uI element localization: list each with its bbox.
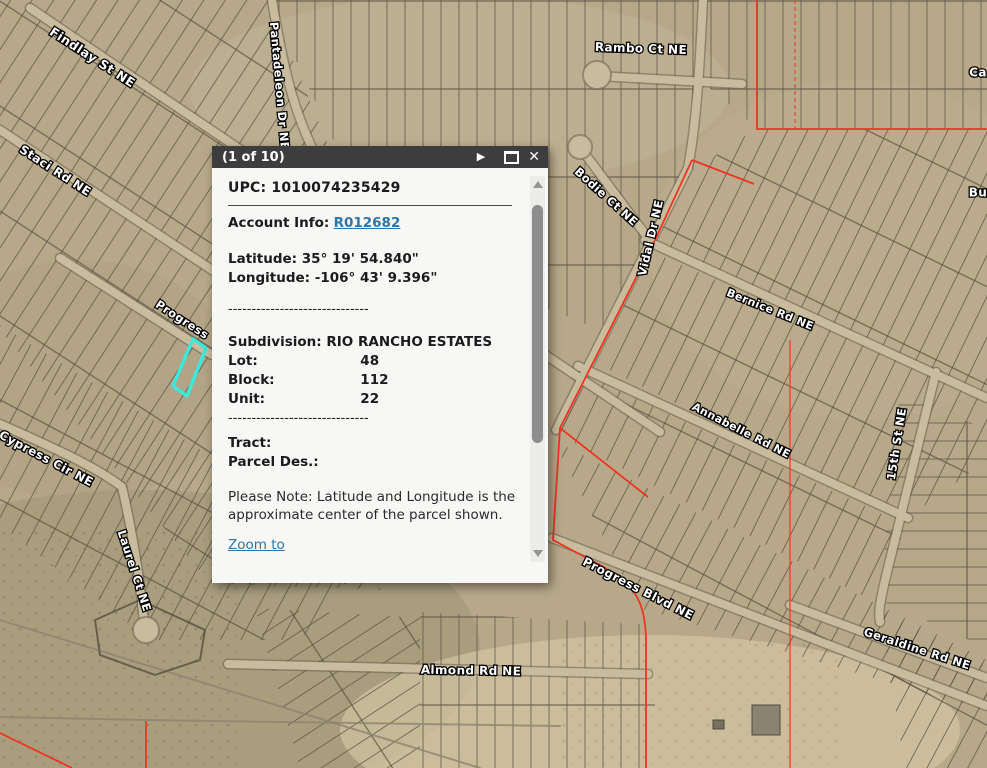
block-value: 112 [360, 372, 388, 388]
account-row: Account Info: R012682 [228, 214, 512, 233]
street-label-ca: Ca [969, 66, 987, 80]
lot-value: 48 [360, 353, 379, 369]
popup-body: UPC: 1010074235429 Account Info: R012682… [212, 168, 548, 583]
tract-label: Tract: [228, 435, 271, 451]
scroll-up-icon[interactable] [533, 181, 543, 188]
subdivision-row: Subdivision: RIO RANCHO ESTATES [228, 333, 512, 352]
maximize-icon[interactable] [504, 151, 519, 164]
tract-row: Tract: [228, 434, 512, 453]
scrollbar-thumb[interactable] [532, 205, 543, 443]
latitude-row: Latitude: 35° 19' 54.840" [228, 250, 512, 269]
longitude-value: -106° 43' 9.396" [315, 270, 438, 286]
popup-titlebar: (1 of 10) ▶ ✕ [212, 146, 548, 168]
divider [228, 205, 512, 206]
longitude-label: Longitude: [228, 270, 310, 286]
unit-value: 22 [360, 391, 379, 407]
street-label-bu: Bu [969, 186, 987, 200]
note-text: Please Note: Latitude and Longitude is t… [228, 488, 516, 524]
parcel-des-row: Parcel Des.: [228, 453, 512, 472]
block-label: Block: [228, 371, 356, 390]
latitude-label: Latitude: [228, 251, 297, 267]
lot-row: Lot: 48 [228, 352, 512, 371]
account-link[interactable]: R012682 [334, 215, 401, 231]
street-label-almond-rd-ne: Almond Rd NE [421, 663, 522, 679]
popup-title: (1 of 10) [222, 150, 285, 165]
account-label: Account Info: [228, 215, 329, 231]
longitude-row: Longitude: -106° 43' 9.396" [228, 269, 512, 288]
zoom-to-link[interactable]: Zoom to [228, 537, 285, 553]
popup-controls: ▶ ✕ [477, 146, 540, 168]
parcel-info-popup: (1 of 10) ▶ ✕ UPC: 1010074235429 Account… [212, 146, 548, 583]
separator: ------------------------------ [228, 411, 512, 426]
next-result-icon[interactable]: ▶ [477, 146, 485, 168]
separator: ------------------------------ [228, 302, 512, 317]
parcel-des-label: Parcel Des.: [228, 454, 319, 470]
upc-value: 1010074235429 [271, 180, 400, 196]
scroll-down-icon[interactable] [533, 550, 543, 557]
popup-scrollbar[interactable] [530, 176, 545, 562]
close-icon[interactable]: ✕ [528, 146, 540, 168]
latitude-value: 35° 19' 54.840" [302, 251, 419, 267]
zoom-to-row: Zoom to [228, 536, 512, 555]
unit-label: Unit: [228, 390, 356, 409]
subdivision-value: RIO RANCHO ESTATES [326, 334, 492, 350]
lot-label: Lot: [228, 352, 356, 371]
block-row: Block: 112 [228, 371, 512, 390]
unit-row: Unit: 22 [228, 390, 512, 409]
subdivision-label: Subdivision: [228, 334, 322, 350]
upc-row: UPC: 1010074235429 [228, 179, 512, 198]
upc-label: UPC: [228, 180, 266, 196]
